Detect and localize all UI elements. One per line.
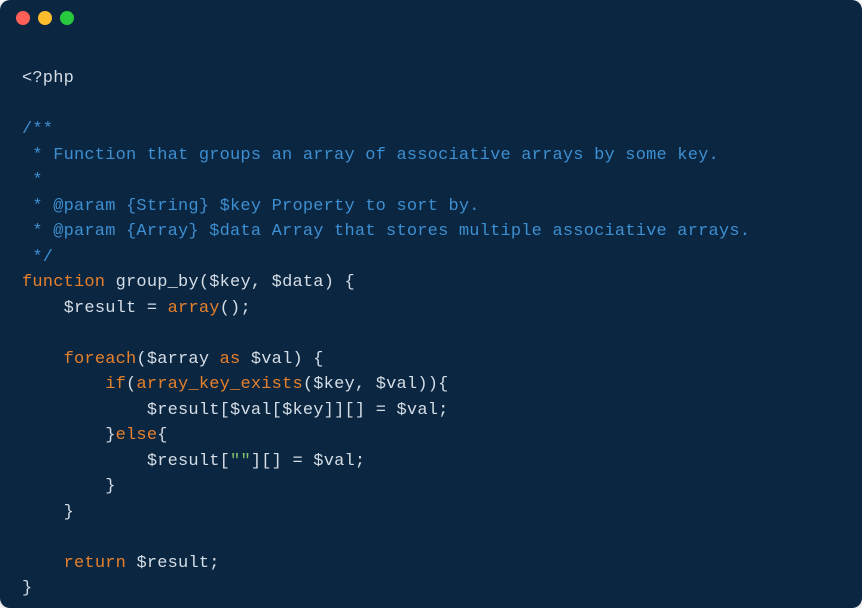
indent (22, 350, 64, 369)
indent (22, 375, 105, 394)
code-block: <?php /** * Function that groups an arra… (0, 36, 862, 608)
indent (22, 299, 64, 318)
variable: $result (147, 401, 220, 420)
maximize-icon[interactable] (60, 11, 74, 25)
docblock-line: * Function that groups an array of assoc… (22, 146, 719, 165)
bracket: ] (334, 401, 344, 420)
function-call: array_key_exists (136, 375, 302, 394)
keyword-return: return (64, 554, 126, 573)
keyword-as: as (209, 350, 251, 369)
docblock-line: */ (22, 248, 53, 267)
brace: { (157, 426, 167, 445)
indent (22, 554, 64, 573)
brace: } (22, 503, 74, 522)
comma: , (251, 273, 272, 292)
brace: } (22, 477, 116, 496)
bracket: ] (324, 401, 334, 420)
brace: ) { (292, 350, 323, 369)
semicolon: ; (209, 554, 219, 573)
paren: (); (220, 299, 251, 318)
param: $key (209, 273, 251, 292)
indent (22, 401, 147, 420)
keyword-else: else (116, 426, 158, 445)
docblock-line: * @param {Array} $data Array that stores… (22, 222, 750, 241)
docblock-line: /** (22, 120, 53, 139)
minimize-icon[interactable] (38, 11, 52, 25)
window-titlebar (0, 0, 862, 36)
bracket: [ (220, 401, 230, 420)
operator: = (365, 401, 396, 420)
bracket: [] (344, 401, 365, 420)
variable: $result (136, 554, 209, 573)
param: $data (272, 273, 324, 292)
variable: $key (282, 401, 324, 420)
string-literal: "" (230, 452, 251, 471)
space (126, 554, 136, 573)
function-call: array (168, 299, 220, 318)
variable: $result (147, 452, 220, 471)
brace: ) { (324, 273, 355, 292)
bracket: [ (220, 452, 230, 471)
variable: $result (64, 299, 137, 318)
semicolon: ; (355, 452, 365, 471)
bracket: [ (272, 401, 282, 420)
brace: )){ (417, 375, 448, 394)
keyword-if: if (105, 375, 126, 394)
paren: ( (136, 350, 146, 369)
operator: = (136, 299, 167, 318)
bracket: [] (261, 452, 282, 471)
variable: $val (251, 350, 293, 369)
variable: $val (397, 401, 439, 420)
php-open-tag: <?php (22, 69, 74, 88)
variable: $val (376, 375, 418, 394)
variable: $array (147, 350, 209, 369)
variable: $val (313, 452, 355, 471)
function-name: group_by( (105, 273, 209, 292)
keyword-function: function (22, 273, 105, 292)
paren: ( (303, 375, 313, 394)
close-icon[interactable] (16, 11, 30, 25)
keyword-foreach: foreach (64, 350, 137, 369)
comma: , (355, 375, 376, 394)
brace: } (22, 579, 32, 598)
operator: = (282, 452, 313, 471)
semicolon: ; (438, 401, 448, 420)
variable: $key (313, 375, 355, 394)
variable: $val (230, 401, 272, 420)
indent (22, 452, 147, 471)
docblock-line: * (22, 171, 43, 190)
code-window: <?php /** * Function that groups an arra… (0, 0, 862, 608)
brace: } (22, 426, 116, 445)
paren: ( (126, 375, 136, 394)
bracket: ] (251, 452, 261, 471)
docblock-line: * @param {String} $key Property to sort … (22, 197, 480, 216)
